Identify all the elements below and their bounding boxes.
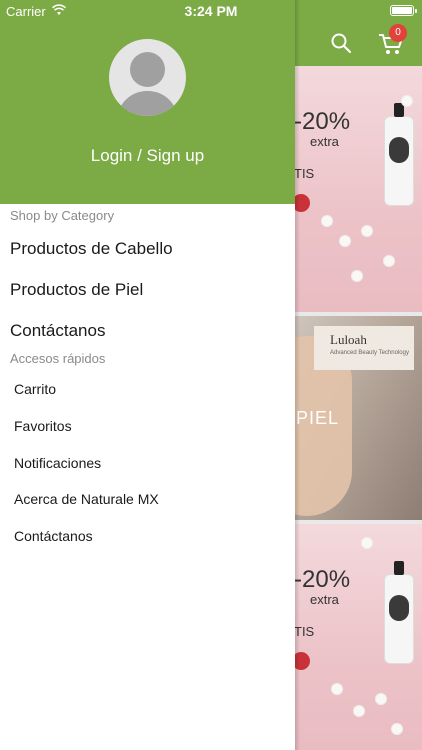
cart-count-badge: 0 bbox=[389, 24, 407, 42]
category-item-hair[interactable]: Productos de Cabello bbox=[10, 239, 173, 259]
category-item-contact[interactable]: Contáctanos bbox=[10, 321, 105, 341]
navigation-drawer: Login / Sign up Shop by Category Product… bbox=[0, 0, 295, 750]
brand-name: Luloah bbox=[330, 332, 367, 347]
brand-tagline: Advanced Beauty Technology bbox=[330, 350, 409, 356]
battery-icon bbox=[390, 5, 417, 16]
promo-extra: extra bbox=[310, 134, 339, 149]
promo-banner-skin[interactable]: Luloah Advanced Beauty Technology PIEL bbox=[292, 316, 422, 520]
quick-link-cart[interactable]: Carrito bbox=[14, 381, 56, 397]
quick-access-title: Accesos rápidos bbox=[10, 351, 106, 366]
promo-banner-hair-2[interactable]: -20% extra TIS bbox=[292, 524, 422, 750]
quick-link-about[interactable]: Acerca de Naturale MX bbox=[14, 491, 159, 507]
quick-link-contact[interactable]: Contáctanos bbox=[14, 528, 93, 544]
status-bar: Carrier 3:24 PM bbox=[0, 0, 422, 22]
shop-by-category-title: Shop by Category bbox=[10, 208, 115, 223]
product-bottle-image bbox=[384, 103, 414, 206]
drawer-header: Login / Sign up bbox=[0, 0, 295, 204]
promo-banner-hair[interactable]: -20% extra TIS bbox=[292, 66, 422, 312]
clock: 3:24 PM bbox=[184, 3, 238, 19]
quick-link-notifications[interactable]: Notificaciones bbox=[14, 455, 101, 471]
login-signup-link[interactable]: Login / Sign up bbox=[0, 146, 295, 166]
quick-link-favorites[interactable]: Favoritos bbox=[14, 418, 72, 434]
user-placeholder-icon[interactable] bbox=[109, 39, 186, 116]
category-item-skin[interactable]: Productos de Piel bbox=[10, 280, 143, 300]
promo-extra: extra bbox=[310, 592, 339, 607]
promo-discount: -20% bbox=[294, 566, 351, 593]
product-bottle-image bbox=[384, 561, 414, 664]
search-icon[interactable] bbox=[330, 32, 352, 54]
app-screen: Carrier 3:24 PM 0 -20% extra TIS Luloah … bbox=[0, 0, 422, 750]
promo-discount: -20% bbox=[294, 108, 351, 135]
category-label: PIEL bbox=[296, 408, 340, 428]
